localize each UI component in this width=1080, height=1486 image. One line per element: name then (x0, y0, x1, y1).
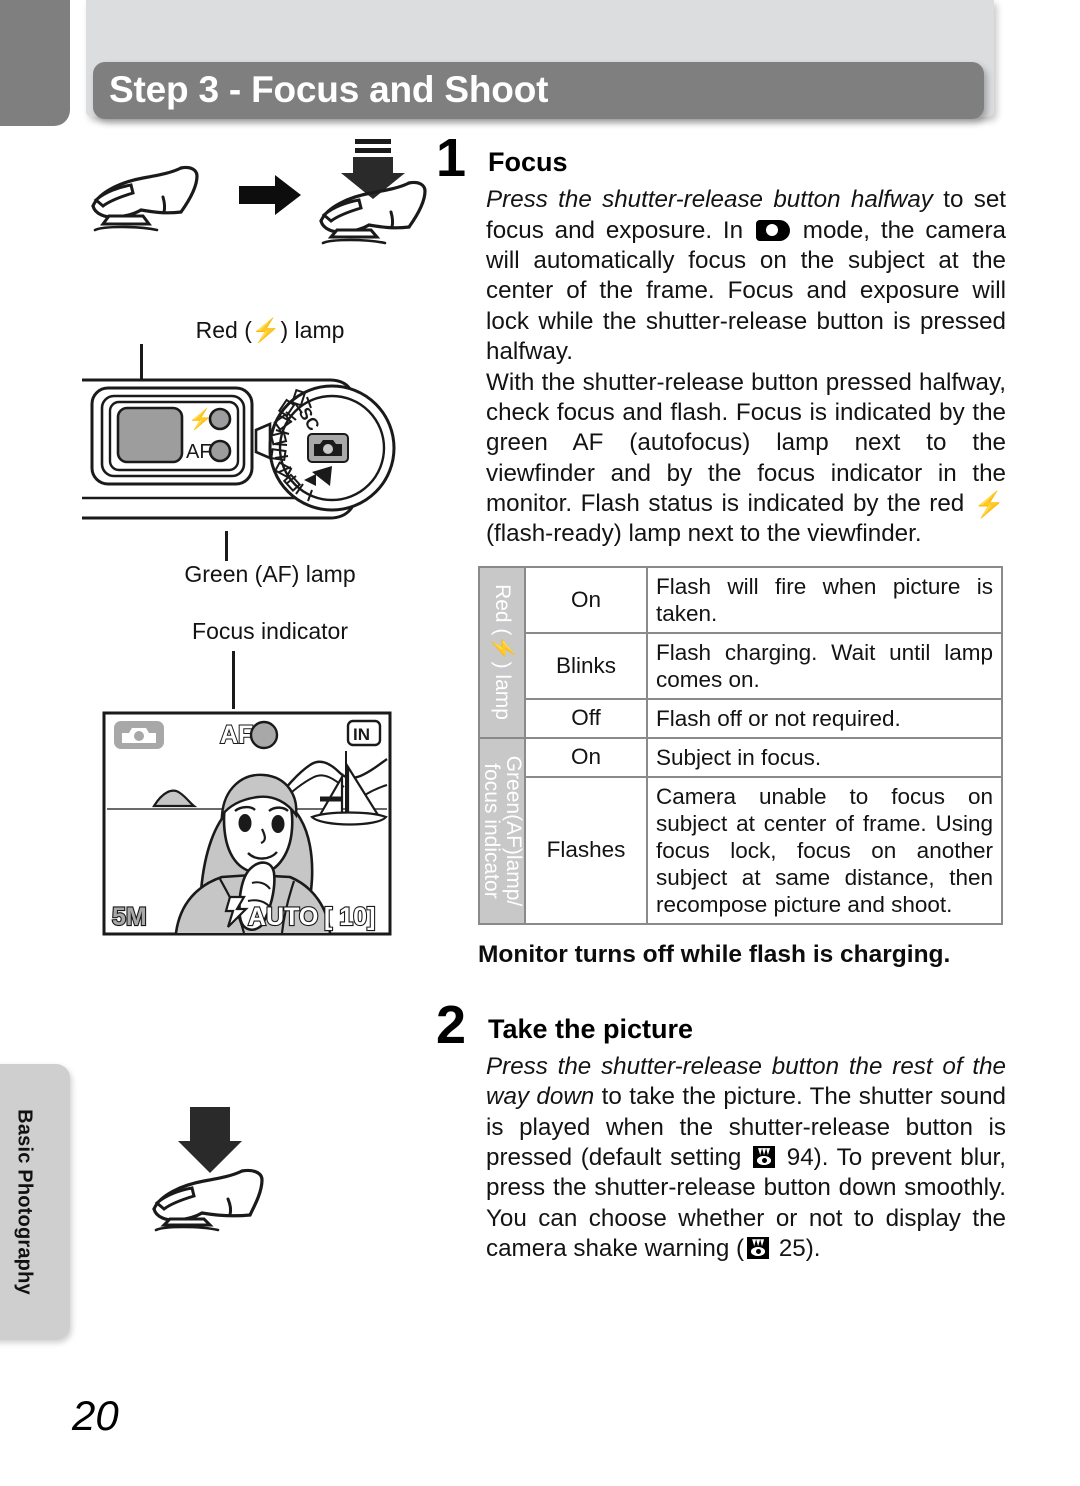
label-green-af-lamp: Green (AF) lamp (184, 561, 356, 587)
step-1-paragraph-2: With the shutter-release button pressed … (486, 368, 1006, 548)
af-lamp-indicator (208, 439, 232, 463)
table-group-header-red-lamp-label: Red (⚡) lamp (491, 584, 515, 721)
step-2-title: Take the picture (488, 1014, 694, 1045)
green-header-line-1: Green(AF)lamp/ (502, 755, 526, 906)
osd-shots-remaining-text: [ 10] (324, 903, 375, 931)
osd-flash-mode-text: AUTO (248, 903, 318, 931)
instructions-column: 1 Focus Press the shutter-release button… (428, 128, 1006, 1265)
camera-mode-icon (755, 219, 790, 241)
figure-press-shutter-halfway (80, 135, 460, 255)
step-1-number: 1 (435, 128, 467, 188)
section-side-tab: Basic Photography (0, 1064, 70, 1340)
step-1-text-2a: With the shutter-release button pressed … (486, 368, 1006, 517)
section-side-tab-label: Basic Photography (13, 1109, 36, 1295)
arrow-right-icon (239, 175, 301, 215)
finger-pressing-full-icon (152, 1107, 264, 1232)
table-row: Off Flash off or not required. (479, 697, 1003, 739)
table-cell-state: Off (524, 697, 648, 739)
lamp-status-table: Red (⚡) lamp On Flash will fire when pic… (478, 565, 1003, 925)
step-1-paragraph-1: Press the shutter-release button halfway… (486, 185, 1006, 367)
figure-monitor-display: AF IN 5M AUTO [ 10] (102, 711, 460, 941)
osd-af-text: AF (220, 721, 253, 749)
step-2-paragraph-1: Press the shutter-release button the res… (486, 1052, 1006, 1265)
page-title-bar: Step 3 - Focus and Shoot (93, 62, 984, 119)
leader-line-focus-indicator (232, 651, 235, 709)
camera-back-illustration: ⚡ AF SC (82, 378, 396, 520)
table-row: Flashes Camera unable to focus on subjec… (479, 775, 1003, 925)
step-1-header: 1 Focus (428, 128, 1006, 188)
step-1-text-2b: (flash-ready) lamp next to the viewfinde… (486, 520, 922, 548)
step-2-header: 2 Take the picture (428, 994, 1006, 1055)
finger-resting-icon (91, 165, 199, 232)
label-red-lamp: Red (⚡) lamp (195, 317, 345, 343)
monitor-illustration: AF IN 5M AUTO [ 10] (102, 711, 392, 936)
table-group-header-green-lamp-label: Green(AF)lamp/focus indicator (480, 755, 526, 906)
figures-column: Red (⚡) lamp ⚡ AF SC Green (AF) lamp Foc… (80, 135, 460, 1252)
step-2-text-1c: 25). (772, 1235, 821, 1263)
page-number: 20 (72, 1392, 119, 1439)
label-focus-indicator: Focus indicator (192, 618, 348, 644)
figure-camera-back: ⚡ AF SC (80, 372, 460, 537)
table-row: Green(AF)lamp/focus indicator On Subject… (478, 736, 1003, 925)
osd-image-size-text: 5M (112, 903, 147, 931)
table-group-header-red-lamp: Red (⚡) lamp (478, 565, 526, 739)
step-2-body: Press the shutter-release button the res… (486, 1052, 1006, 1265)
step-2-number: 2 (435, 994, 467, 1055)
figure-press-shutter-full (138, 1097, 460, 1252)
table-cell-description: Flash charging. Wait until lamp comes on… (646, 631, 1003, 700)
osd-memory-text: IN (353, 725, 370, 744)
table-note: Monitor turns off while flash is chargin… (478, 940, 951, 968)
flash-lamp-indicator (208, 407, 232, 431)
table-row: Blinks Flash charging. Wait until lamp c… (479, 631, 1003, 700)
step-1-emphasis-1: Press the shutter-release button halfway (486, 186, 933, 214)
page-reference-icon (747, 1237, 770, 1260)
table-cell-description: Subject in focus. (646, 736, 1003, 778)
table-cell-state: On (524, 565, 648, 634)
page-reference-icon (753, 1146, 776, 1169)
step-1-body: Press the shutter-release button halfway… (486, 185, 1006, 549)
table-cell-state: On (524, 736, 648, 778)
table-cell-description: Camera unable to focus on subject at cen… (646, 775, 1003, 925)
green-header-line-2: focus indicator (480, 762, 503, 899)
step-1-title: Focus (488, 147, 568, 178)
table-cell-description: Flash will fire when picture is taken. (646, 565, 1003, 634)
table-cell-description: Flash off or not required. (646, 697, 1003, 739)
af-lamp-label: AF (186, 441, 212, 463)
page-title: Step 3 - Focus and Shoot (109, 68, 549, 110)
table-cell-state: Blinks (524, 631, 648, 700)
table-group-header-green-lamp: Green(AF)lamp/focus indicator (478, 736, 526, 925)
page-edge-tab (0, 0, 70, 126)
table-row: Red (⚡) lamp On Flash will fire when pic… (478, 565, 1003, 739)
osd-af-dot (249, 720, 279, 750)
table-cell-state: Flashes (524, 775, 648, 925)
